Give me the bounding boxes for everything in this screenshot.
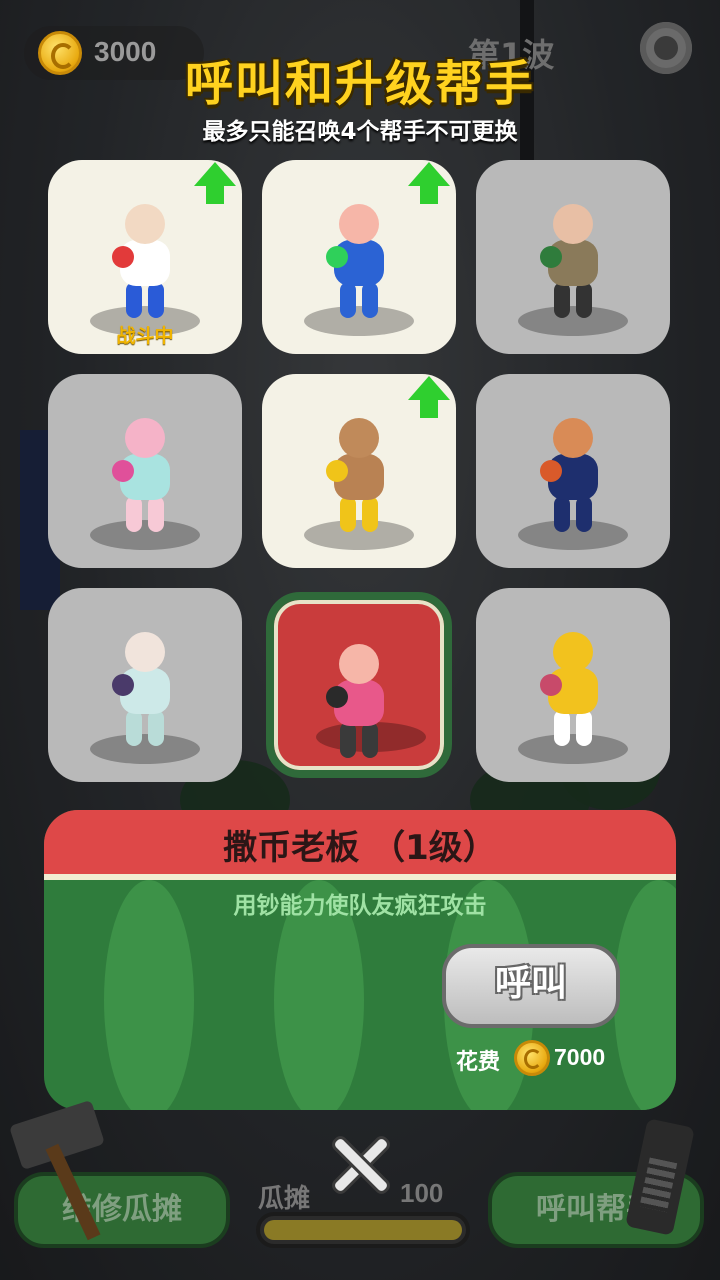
helper-card[interactable]: [476, 374, 670, 568]
upgrade-arrow-icon: [408, 376, 450, 422]
upgrade-arrow-icon: [408, 162, 450, 208]
helper-card[interactable]: [48, 374, 242, 568]
helper-figure: [110, 418, 180, 536]
helper-figure: [110, 632, 180, 750]
call-button[interactable]: 呼叫: [442, 944, 620, 1028]
helper-figure: [110, 204, 180, 322]
cost-label: 花费: [456, 1050, 501, 1075]
stall-health-bar: [256, 1212, 470, 1248]
upgrade-arrow-icon: [194, 162, 236, 208]
fighting-status-label: 战斗中: [116, 325, 174, 347]
helper-card[interactable]: [476, 160, 670, 354]
helper-figure: [538, 418, 608, 536]
helper-card[interactable]: [262, 374, 456, 568]
page-title: 呼叫和升级帮手: [184, 56, 535, 112]
helper-figure: [324, 204, 394, 322]
helper-figure: [538, 632, 608, 750]
panel-header: 撒币老板 （1级）: [44, 810, 676, 880]
helper-card[interactable]: [476, 588, 670, 782]
helper-card[interactable]: [48, 588, 242, 782]
helper-card[interactable]: [262, 160, 456, 354]
helper-card[interactable]: [266, 592, 452, 778]
helper-figure: [324, 644, 394, 762]
coin-icon: [514, 1040, 550, 1076]
page-subtitle: 最多只能召唤4个帮手不可更换: [202, 119, 518, 145]
helper-name: 撒币老板 （1级）: [223, 828, 497, 868]
helper-info-panel: 撒币老板 （1级） 用钞能力使队友疯狂攻击 呼叫 花费 7000: [44, 810, 676, 1110]
helper-figure: [324, 418, 394, 536]
helper-card[interactable]: 战斗中: [48, 160, 242, 354]
stall-value: 100: [400, 1178, 444, 1208]
cost-value: 7000: [554, 1044, 606, 1070]
helper-figure: [538, 204, 608, 322]
repair-stall-button: 维修瓜摊: [14, 1172, 230, 1248]
stall-label: 瓜摊: [258, 1184, 311, 1214]
stall-health-fill: [264, 1220, 462, 1240]
hammer-icon: [8, 1099, 106, 1241]
helper-description: 用钞能力使队友疯狂攻击: [233, 893, 487, 919]
close-icon[interactable]: [330, 1135, 390, 1195]
